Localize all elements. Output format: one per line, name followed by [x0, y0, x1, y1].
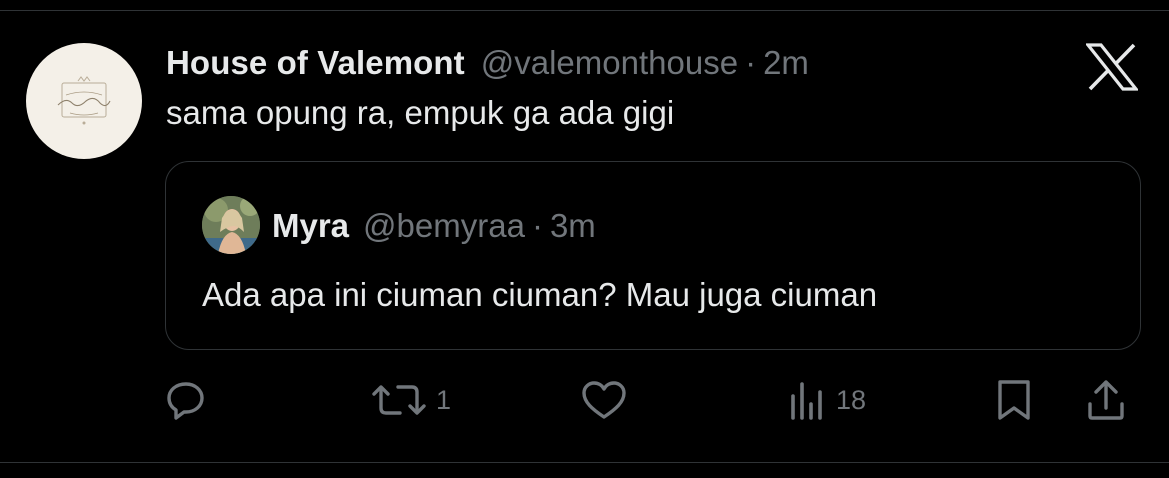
reply-button[interactable] [164, 376, 208, 424]
views-count: 18 [836, 384, 867, 415]
quoted-header-separator: · [531, 207, 543, 244]
quoted-author-avatar[interactable] [202, 196, 260, 254]
author-display-name[interactable]: House of Valemont [166, 44, 465, 82]
quoted-tweet-card[interactable]: Myra @bemyraa · 3m Ada apa ini ciuman ci… [165, 161, 1141, 350]
views-icon [791, 382, 822, 420]
bookmark-button[interactable] [994, 376, 1034, 424]
tweet-screenshot: House of Valemont @valemonthouse · 2m sa… [0, 0, 1169, 478]
retweet-count: 1 [436, 384, 452, 415]
quoted-author-handle[interactable]: @bemyraa [363, 207, 525, 245]
x-logo-icon[interactable] [1086, 43, 1138, 91]
author-avatar[interactable] [26, 43, 142, 159]
quoted-author-display-name[interactable]: Myra [272, 207, 349, 245]
tweet-text: sama opung ra, empuk ga ada gigi [166, 94, 675, 131]
bookmark-icon [998, 380, 1030, 420]
bottom-divider [0, 462, 1169, 463]
retweet-button[interactable]: 1 [368, 376, 451, 424]
quoted-tweet-text: Ada apa ini ciuman ciuman? Mau juga cium… [202, 276, 878, 313]
avatar-photo-icon [202, 196, 260, 254]
reply-icon [167, 382, 204, 420]
top-divider [0, 10, 1169, 11]
heart-icon [582, 381, 626, 419]
retweet-icon [372, 385, 426, 415]
like-button[interactable] [580, 376, 628, 424]
header-separator: · [745, 44, 757, 81]
tweet-timestamp[interactable]: 2m [763, 44, 809, 82]
valemont-logo-icon [57, 76, 111, 125]
quoted-tweet-header: Myra @bemyraa · 3m [272, 206, 596, 246]
share-button[interactable] [1084, 376, 1128, 424]
tweet-header: House of Valemont @valemonthouse · 2m [166, 42, 809, 84]
quoted-tweet-timestamp[interactable]: 3m [550, 207, 596, 245]
views-button[interactable]: 18 [786, 376, 866, 424]
share-icon [1088, 380, 1124, 420]
author-handle[interactable]: @valemonthouse [481, 44, 738, 82]
